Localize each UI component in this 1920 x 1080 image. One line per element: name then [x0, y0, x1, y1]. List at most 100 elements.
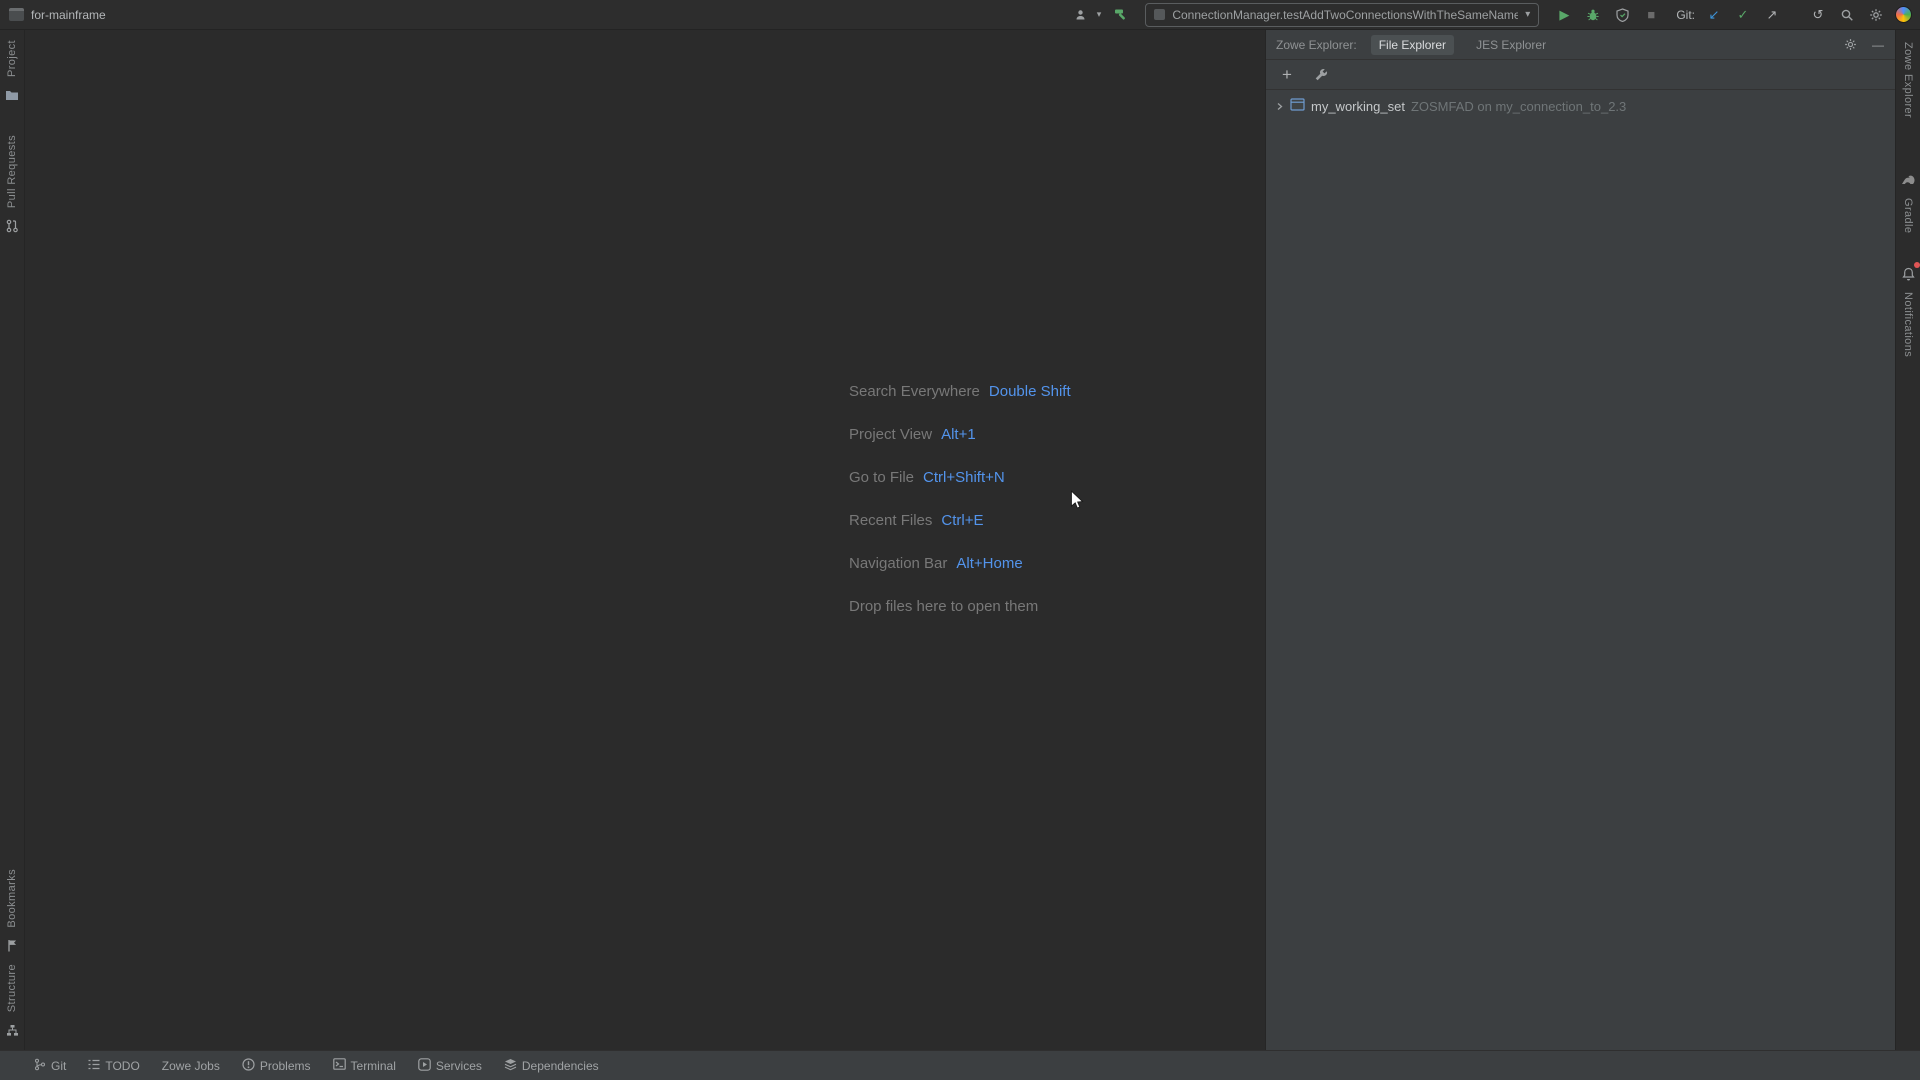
hint-label: Search Everywhere: [849, 383, 980, 400]
search-icon[interactable]: [1837, 4, 1857, 26]
run-with-coverage-button[interactable]: [1612, 4, 1632, 26]
hint-label: Drop files here to open them: [849, 598, 1039, 615]
git-branch-icon: [34, 1058, 46, 1074]
working-set-detail: ZOSMFAD on my_connection_to_2.3: [1410, 98, 1627, 114]
statusbar-label: Git: [51, 1058, 67, 1073]
sidebar-item-label: Zowe Explorer: [1902, 42, 1914, 119]
sidebar-item-label: Structure: [6, 963, 18, 1012]
sidebar-item-label: Notifications: [1902, 291, 1914, 357]
statusbar-label: Terminal: [350, 1058, 396, 1073]
run-config-name: ConnectionManager.testAddTwoConnectionsW…: [1172, 7, 1519, 22]
sidebar-item-label: Project: [6, 40, 18, 78]
stop-button[interactable]: ■: [1641, 4, 1661, 26]
project-name: for-mainframe: [31, 7, 106, 22]
statusbar: Git TODO Zowe Jobs Problems Terminal Ser…: [0, 1050, 1920, 1080]
build-hammer-icon[interactable]: [1110, 4, 1130, 26]
hint-search-everywhere: Search Everywhere Double Shift: [849, 370, 1071, 413]
zowe-tree: my_working_set ZOSMFAD on my_connection_…: [1266, 90, 1895, 118]
sidebar-item-bookmarks[interactable]: Bookmarks: [6, 869, 18, 928]
code-with-me-icon[interactable]: [1072, 4, 1092, 26]
statusbar-item-git[interactable]: Git: [34, 1051, 66, 1080]
panel-settings-gear-icon[interactable]: [1841, 36, 1859, 54]
run-config-dropdown[interactable]: ConnectionManager.testAddTwoConnectionsW…: [1145, 2, 1540, 27]
statusbar-label: Problems: [259, 1058, 311, 1073]
add-working-set-button[interactable]: +: [1278, 66, 1296, 84]
zowe-panel-toolbar: +: [1266, 60, 1895, 90]
settings-gear-icon[interactable]: [1866, 4, 1886, 26]
statusbar-label: Services: [435, 1058, 482, 1073]
hint-shortcut: Double Shift: [988, 383, 1071, 400]
gradle-icon[interactable]: [1898, 170, 1918, 190]
statusbar-item-services[interactable]: Services: [418, 1051, 482, 1080]
editor-hints: Search Everywhere Double Shift Project V…: [849, 370, 1071, 628]
panel-hide-icon[interactable]: —: [1869, 36, 1887, 54]
bookmark-flag-icon[interactable]: [2, 936, 22, 956]
project-window-icon: [9, 8, 24, 21]
statusbar-item-zowe-jobs[interactable]: Zowe Jobs: [162, 1051, 220, 1080]
editor-area: Search Everywhere Double Shift Project V…: [25, 30, 1265, 1050]
hint-label: Go to File: [849, 469, 915, 486]
statusbar-item-dependencies[interactable]: Dependencies: [504, 1051, 599, 1080]
services-icon: [418, 1057, 431, 1074]
terminal-icon: [332, 1058, 346, 1073]
chevron-down-icon: ▾: [1525, 9, 1531, 20]
hint-shortcut: Ctrl+Shift+N: [923, 469, 1005, 486]
zowe-panel-header: Zowe Explorer: File Explorer JES Explore…: [1266, 30, 1895, 60]
statusbar-item-problems[interactable]: Problems: [242, 1051, 311, 1080]
statusbar-label: TODO: [105, 1058, 140, 1073]
working-set-icon: [1290, 98, 1305, 114]
structure-icon[interactable]: [2, 1020, 22, 1040]
chevron-down-icon: ▾: [1096, 9, 1102, 19]
tab-jes-explorer[interactable]: JES Explorer: [1468, 35, 1554, 55]
wrench-settings-icon[interactable]: [1312, 66, 1330, 84]
notifications-bell-icon[interactable]: [1898, 261, 1920, 284]
git-label: Git:: [1676, 7, 1695, 22]
todo-list-icon: [88, 1059, 100, 1073]
sidebar-item-gradle[interactable]: Gradle: [1902, 198, 1914, 233]
hint-shortcut: Ctrl+E: [941, 512, 984, 529]
mouse-cursor: [1071, 490, 1084, 509]
right-tool-stripe: Zowe Explorer Gradle Notifications: [1895, 30, 1920, 1050]
sidebar-item-label: Gradle: [1902, 198, 1914, 234]
sidebar-item-pull-requests[interactable]: Pull Requests: [6, 135, 18, 208]
zowe-explorer-panel: Zowe Explorer: File Explorer JES Explore…: [1265, 30, 1895, 1050]
statusbar-label: Zowe Jobs: [161, 1058, 220, 1073]
sidebar-item-label: Pull Requests: [6, 135, 18, 209]
git-update-icon[interactable]: ↙: [1704, 4, 1724, 26]
debug-button[interactable]: [1583, 4, 1603, 26]
run-config-class-icon: [1154, 9, 1166, 20]
statusbar-item-todo[interactable]: TODO: [88, 1051, 140, 1080]
hint-shortcut: Alt+1: [941, 426, 976, 443]
folder-icon[interactable]: [2, 85, 22, 105]
pull-request-icon[interactable]: [2, 216, 22, 236]
sidebar-item-project[interactable]: Project: [6, 40, 18, 77]
titlebar: for-mainframe ▾ ConnectionManager.testAd…: [0, 0, 1920, 30]
statusbar-item-terminal[interactable]: Terminal: [332, 1051, 396, 1080]
tab-file-explorer[interactable]: File Explorer: [1370, 34, 1455, 55]
hint-shortcut: Alt+Home: [956, 555, 1023, 572]
working-set-name: my_working_set: [1311, 98, 1405, 114]
left-tool-stripe: Project Pull Requests Bookmarks Structur…: [0, 30, 25, 1050]
titlebar-toolbar: ▾ ConnectionManager.testAddTwoConnection…: [1072, 2, 1920, 27]
hint-go-to-file: Go to File Ctrl+Shift+N: [849, 456, 1071, 499]
chevron-right-icon[interactable]: [1274, 102, 1284, 111]
problems-icon: [242, 1057, 255, 1074]
hint-label: Navigation Bar: [849, 555, 948, 572]
titlebar-left: for-mainframe: [0, 8, 106, 22]
panel-header-icons: —: [1841, 36, 1887, 54]
sidebar-item-notifications[interactable]: Notifications: [1902, 292, 1914, 357]
notification-badge: [1914, 261, 1920, 268]
git-commit-icon[interactable]: ✓: [1733, 4, 1753, 26]
tree-item-working-set[interactable]: my_working_set ZOSMFAD on my_connection_…: [1266, 94, 1895, 118]
sidebar-item-structure[interactable]: Structure: [6, 964, 18, 1012]
hint-recent-files: Recent Files Ctrl+E: [849, 499, 1071, 542]
dependencies-icon: [504, 1058, 517, 1074]
sidebar-item-label: Bookmarks: [6, 869, 18, 928]
run-button[interactable]: ▶: [1554, 4, 1574, 26]
avatar[interactable]: [1895, 6, 1912, 23]
sidebar-item-zowe-explorer[interactable]: Zowe Explorer: [1902, 42, 1914, 118]
git-push-icon[interactable]: ↗: [1762, 4, 1782, 26]
hint-drop-files: Drop files here to open them: [849, 585, 1071, 628]
hint-project-view: Project View Alt+1: [849, 413, 1071, 456]
history-rollback-icon[interactable]: ↺: [1808, 4, 1828, 26]
